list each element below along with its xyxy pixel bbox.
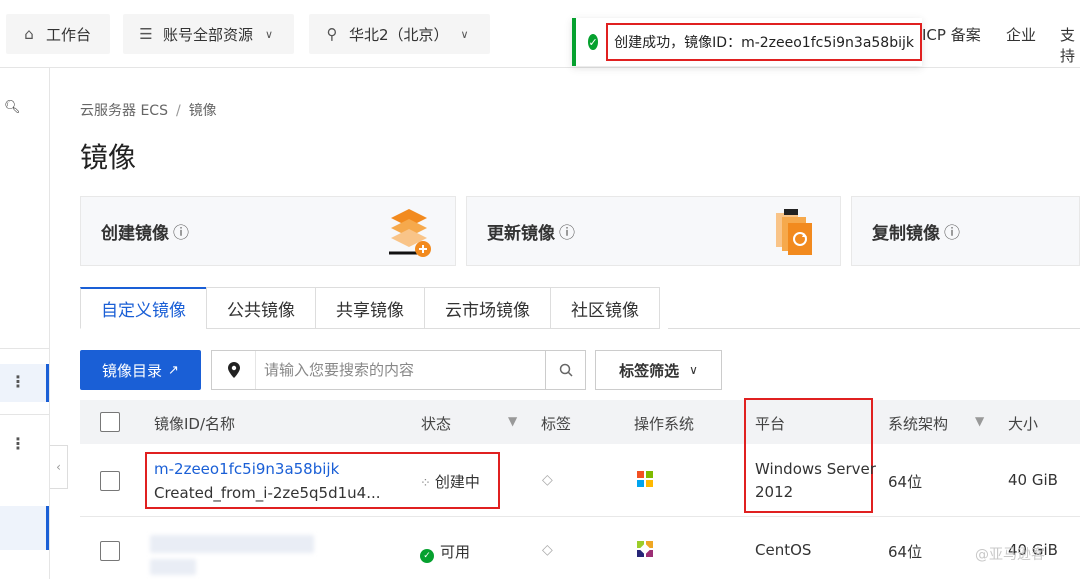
- header-os: 操作系统: [634, 415, 695, 433]
- breadcrumb: 云服务器 ECS / 镜像: [80, 100, 217, 120]
- success-toast: ✓ 创建成功，镜像ID：m-2zeeo1fc5i9n3a58bijk: [572, 18, 922, 66]
- refresh-document-icon: [776, 209, 812, 255]
- search-icon[interactable]: [545, 351, 585, 389]
- tab-community-image[interactable]: 社区镜像: [550, 287, 660, 329]
- watermark: @亚马逊客: [975, 547, 1045, 563]
- page-title: 镜像: [80, 141, 137, 174]
- chevron-down-icon: ∨: [265, 27, 274, 41]
- home-icon: ⌂: [24, 25, 34, 43]
- tab-baseline: [668, 328, 1080, 329]
- update-image-card[interactable]: 更新镜像 ⓘ: [466, 196, 841, 266]
- status-cell: ⁘ 创建中: [420, 471, 480, 492]
- tab-public-image[interactable]: 公共镜像: [206, 287, 315, 329]
- support-link[interactable]: 支持: [1060, 24, 1080, 66]
- more-icon[interactable]: ⋮: [10, 434, 26, 453]
- help-icon[interactable]: ⓘ: [944, 219, 960, 243]
- platform-line1: Windows Server: [755, 460, 876, 478]
- left-rail: 🔍︎ ⋮ ⋮: [0, 68, 50, 579]
- help-icon[interactable]: ⓘ: [559, 219, 575, 243]
- breadcrumb-ecs[interactable]: 云服务器 ECS: [80, 103, 168, 119]
- breadcrumb-current: 镜像: [188, 103, 217, 119]
- rail-selected-indicator: [46, 364, 49, 402]
- location-pin-icon: ⚲: [326, 25, 338, 43]
- status-cell: ✓ 可用: [420, 541, 470, 563]
- filter-icon[interactable]: ▼: [508, 414, 517, 428]
- collapse-sidebar-button[interactable]: ‹: [50, 445, 68, 489]
- status-text: 创建中: [434, 473, 480, 491]
- header-arch: 系统架构: [888, 415, 949, 433]
- card-label: 创建镜像: [101, 223, 169, 244]
- external-link-icon: ↗: [168, 362, 179, 378]
- arch-cell: 64位: [888, 473, 923, 491]
- row-checkbox[interactable]: [100, 541, 120, 561]
- enterprise-link[interactable]: 企业: [1006, 24, 1036, 45]
- redacted-image-id: [150, 535, 314, 553]
- loading-spinner-icon: ⁘: [420, 476, 431, 491]
- arch-cell: 64位: [888, 543, 923, 561]
- workbench-label: 工作台: [46, 25, 92, 44]
- toast-message: 创建成功，镜像ID：m-2zeeo1fc5i9n3a58bijk: [606, 23, 922, 61]
- redacted-image-name: [150, 559, 196, 575]
- more-icon[interactable]: ⋮: [10, 372, 26, 391]
- size-cell: 40 GiB: [1008, 471, 1058, 489]
- header-tags: 标签: [541, 415, 572, 433]
- create-image-card[interactable]: 创建镜像 ⓘ: [80, 196, 456, 266]
- card-label: 复制镜像: [872, 223, 940, 244]
- image-type-tabs: 自定义镜像 公共镜像 共享镜像 云市场镜像 社区镜像: [80, 287, 660, 329]
- rail-item-selected[interactable]: [0, 506, 49, 550]
- tag-icon[interactable]: ◇: [542, 542, 553, 558]
- centos-icon: [637, 541, 653, 557]
- workbench-button[interactable]: ⌂ 工作台: [6, 14, 110, 54]
- tab-custom-image[interactable]: 自定义镜像: [80, 287, 206, 329]
- status-text: 可用: [440, 543, 471, 561]
- tag-filter-dropdown[interactable]: 标签筛选 ∨: [595, 350, 722, 390]
- region-dropdown[interactable]: ⚲ 华北2（北京） ∨: [309, 14, 490, 54]
- chevron-left-icon: ‹: [56, 460, 61, 474]
- platform-line2: 2012: [755, 483, 794, 501]
- chevron-down-icon: ∨: [460, 27, 469, 41]
- header-id-name: 镜像ID/名称: [154, 415, 236, 433]
- rail-item-selected[interactable]: ⋮: [0, 364, 49, 402]
- header-status: 状态: [421, 415, 452, 433]
- table-header: 镜像ID/名称 状态 ▼ 标签 操作系统 平台 系统架构 ▼ 大小: [80, 400, 1080, 444]
- image-catalog-button[interactable]: 镜像目录 ↗: [80, 350, 201, 390]
- search-icon[interactable]: 🔍︎: [4, 100, 21, 115]
- rail-divider: [0, 414, 49, 415]
- location-pin-icon[interactable]: [212, 351, 256, 389]
- filter-icon[interactable]: ▼: [975, 414, 984, 428]
- image-name: Created_from_i-2ze5q5d1u4...: [154, 484, 381, 502]
- windows-icon: [637, 471, 653, 487]
- region-label: 华北2（北京）: [349, 25, 449, 44]
- list-icon: ☰: [139, 25, 153, 43]
- tab-shared-image[interactable]: 共享镜像: [315, 287, 424, 329]
- platform-line1: CentOS: [755, 541, 812, 559]
- tab-marketplace-image[interactable]: 云市场镜像: [424, 287, 550, 329]
- search-input[interactable]: [256, 352, 545, 388]
- help-icon[interactable]: ⓘ: [173, 219, 189, 243]
- success-check-icon: ✓: [588, 34, 599, 50]
- image-search-box: [211, 350, 586, 390]
- tag-filter-label: 标签筛选: [619, 361, 680, 380]
- header-size: 大小: [1008, 415, 1039, 433]
- select-all-checkbox[interactable]: [100, 412, 120, 432]
- card-label: 更新镜像: [487, 223, 555, 244]
- chevron-down-icon: ∨: [689, 363, 698, 377]
- tag-icon[interactable]: ◇: [542, 472, 553, 488]
- copy-image-card[interactable]: 复制镜像 ⓘ: [851, 196, 1080, 266]
- rail-selected-indicator: [46, 506, 49, 550]
- row-divider: [80, 516, 1080, 517]
- breadcrumb-separator: /: [175, 103, 181, 119]
- layers-add-icon: [389, 209, 431, 257]
- row-checkbox[interactable]: [100, 471, 120, 491]
- resource-scope-dropdown[interactable]: ☰ 账号全部资源 ∨: [123, 14, 294, 54]
- image-id-link[interactable]: m-2zeeo1fc5i9n3a58bijk: [154, 460, 339, 478]
- rail-divider: [0, 348, 49, 349]
- image-catalog-label: 镜像目录: [102, 361, 163, 380]
- icp-link[interactable]: ICP 备案: [922, 24, 981, 45]
- available-check-icon: ✓: [420, 549, 434, 563]
- resource-scope-label: 账号全部资源: [163, 25, 254, 44]
